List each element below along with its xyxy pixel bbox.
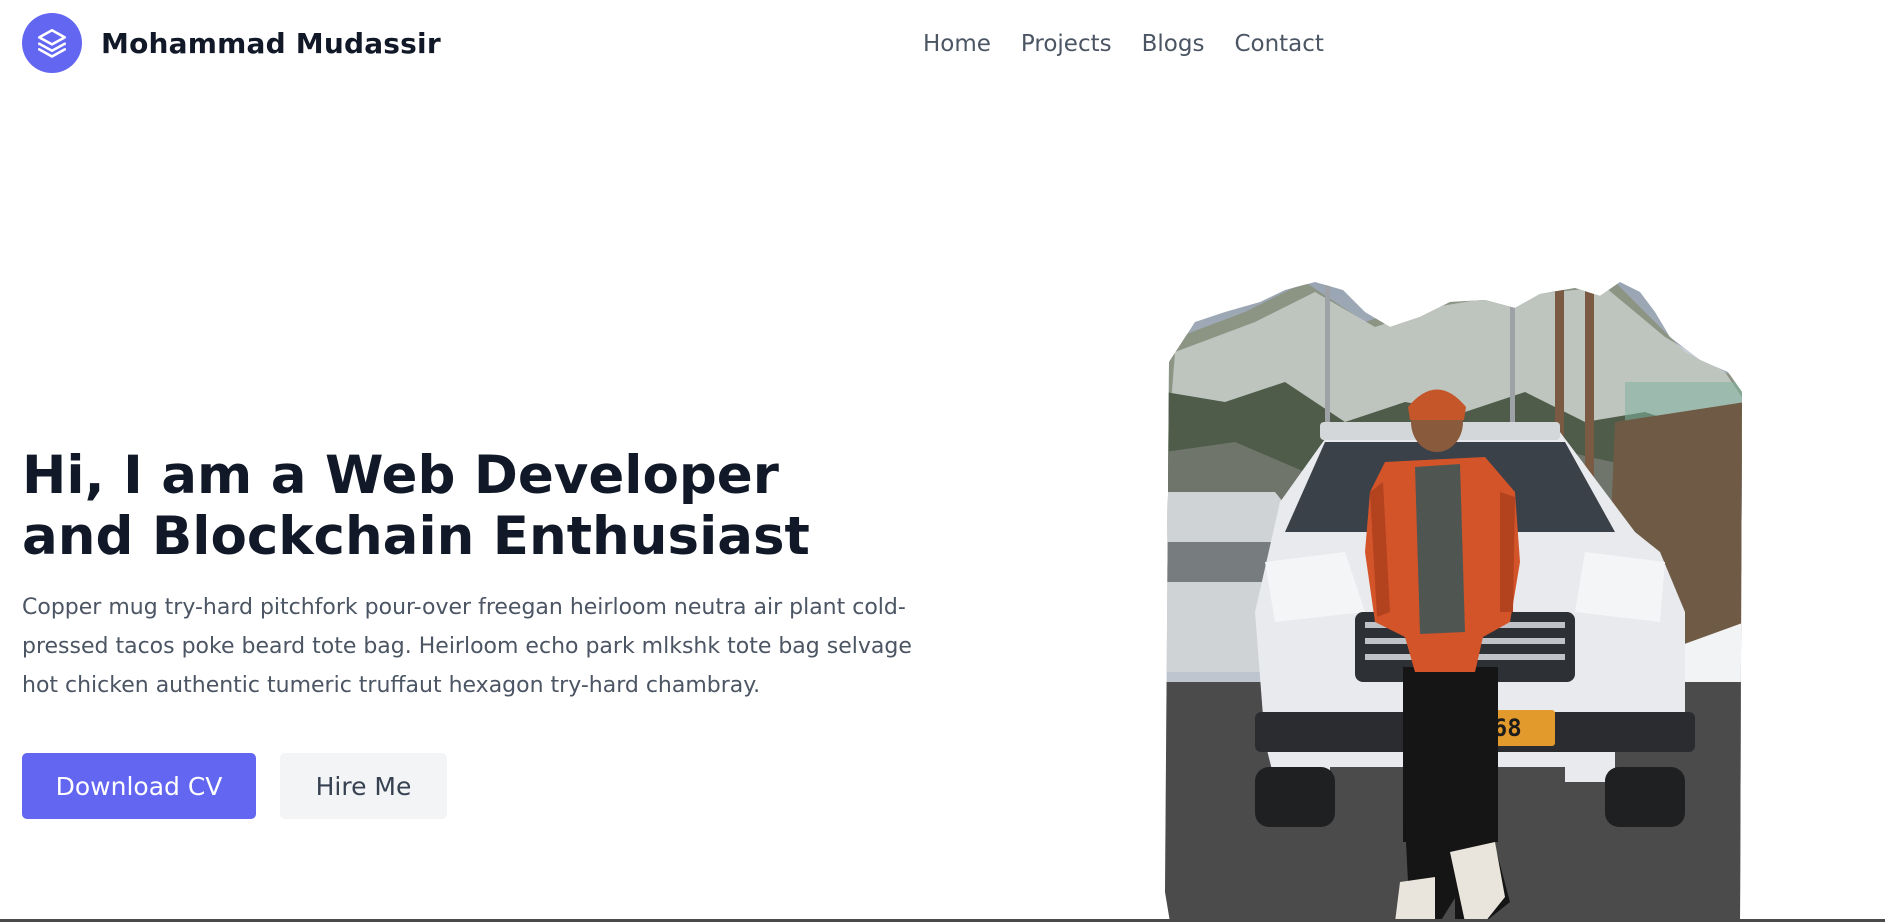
brand-link[interactable]: Mohammad Mudassir: [22, 13, 441, 73]
brand-name: Mohammad Mudassir: [101, 26, 441, 60]
hero-description: Copper mug try-hard pitchfork pour-over …: [22, 595, 912, 698]
hero-title: Hi, I am a Web Developer and Blockchain …: [22, 445, 810, 567]
nav-blogs-link[interactable]: Blogs: [1142, 28, 1205, 60]
nav-projects-link[interactable]: Projects: [1021, 28, 1112, 60]
hero-photo: 468: [1165, 282, 1825, 922]
download-cv-button[interactable]: Download CV: [22, 753, 256, 819]
navbar: Mohammad Mudassir Home Projects Blogs Co…: [0, 0, 1885, 90]
layers-icon: [22, 13, 82, 73]
main-nav: Home Projects Blogs Contact: [923, 28, 1354, 60]
nav-contact-link[interactable]: Contact: [1234, 28, 1323, 60]
hero-title-line-2: and Blockchain Enthusiast: [22, 506, 810, 567]
nav-home-link[interactable]: Home: [923, 28, 991, 60]
hire-me-button[interactable]: Hire Me: [280, 753, 447, 819]
hero-title-line-1: Hi, I am a Web Developer: [22, 445, 779, 506]
